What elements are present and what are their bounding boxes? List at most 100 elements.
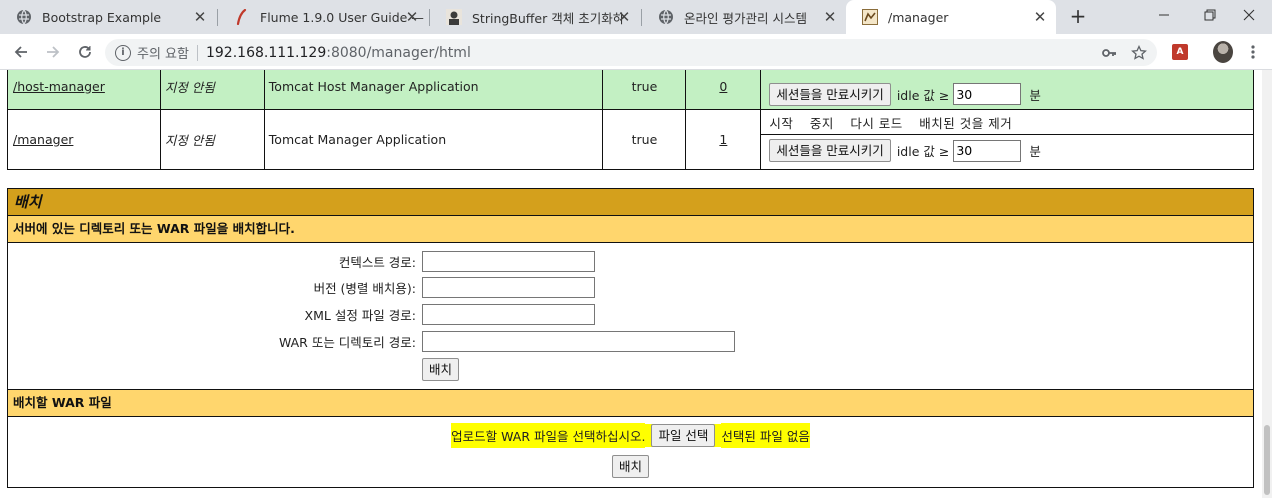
context-path-label: 컨텍스트 경로: bbox=[338, 254, 416, 270]
globe-icon bbox=[658, 9, 674, 25]
tab-bootstrap-example[interactable]: Bootstrap Example ✕ bbox=[0, 0, 216, 34]
tab-strip: Bootstrap Example ✕ Flume 1.9.0 User Gui… bbox=[0, 0, 1272, 34]
sessions-link[interactable]: 1 bbox=[719, 132, 727, 147]
war-upload-heading: 배치할 WAR 파일 bbox=[8, 390, 1253, 417]
scrollbar-thumb[interactable] bbox=[1264, 425, 1270, 495]
close-icon[interactable]: ✕ bbox=[1032, 9, 1048, 25]
profile-avatar[interactable] bbox=[1213, 41, 1233, 63]
expire-sessions-form: 세션들을 만료시키기 idle 값 ≥ 분 bbox=[761, 135, 1253, 167]
app-path-link[interactable]: /manager bbox=[13, 132, 73, 147]
form-row: 배치 bbox=[8, 357, 1253, 381]
commands-cell: 시작 중지 다시 로드 배치된 것을 제거 세션들을 만료시키기 idle 값 … bbox=[760, 109, 1254, 170]
tab-manager[interactable]: /manager ✕ bbox=[846, 0, 1056, 34]
idle-label: idle 값 ≥ bbox=[896, 87, 950, 103]
feather-icon bbox=[234, 9, 250, 25]
idle-input[interactable] bbox=[953, 139, 1022, 162]
display-name-cell: Tomcat Host Manager Application bbox=[263, 70, 604, 110]
war-deploy-row: 배치 bbox=[8, 455, 1253, 478]
url-path: :8080/manager/html bbox=[326, 44, 471, 61]
war-deploy-button[interactable]: 배치 bbox=[611, 455, 649, 478]
close-icon[interactable]: ✕ bbox=[822, 9, 838, 25]
sessions-cell: 0 bbox=[685, 70, 762, 110]
display-name-cell: Tomcat Manager Application bbox=[263, 109, 604, 170]
expire-sessions-button[interactable]: 세션들을 만료시키기 bbox=[769, 82, 891, 106]
tab-title: Bootstrap Example bbox=[42, 9, 162, 25]
globe-icon bbox=[16, 9, 32, 25]
page-content: /host-manager 지정 안됨 Tomcat Host Manager … bbox=[0, 70, 1262, 498]
info-icon[interactable]: i bbox=[115, 44, 131, 61]
url-text[interactable]: 192.168.111.129:8080/manager/html bbox=[206, 45, 471, 61]
table-row: /manager 지정 안됨 Tomcat Manager Applicatio… bbox=[7, 109, 1254, 170]
close-window-button[interactable] bbox=[1226, 0, 1272, 30]
form-row: 컨텍스트 경로: bbox=[8, 250, 1253, 272]
undeploy-command[interactable]: 배치된 것을 제거 bbox=[919, 116, 1012, 131]
sessions-link[interactable]: 0 bbox=[719, 79, 727, 94]
minimize-button[interactable] bbox=[1141, 0, 1187, 30]
commands-cell: 세션들을 만료시키기 idle 값 ≥ 분 bbox=[760, 70, 1254, 110]
running-cell: true bbox=[602, 70, 687, 110]
server-deploy-heading: 서버에 있는 디렉토리 또는 WAR 파일을 배치합니다. bbox=[8, 216, 1253, 243]
tab-title: /manager bbox=[888, 9, 949, 25]
idle-unit: 분 bbox=[1029, 144, 1041, 159]
key-icon[interactable] bbox=[1100, 44, 1118, 62]
expire-sessions-form: 세션들을 만료시키기 idle 값 ≥ 분 bbox=[769, 81, 1245, 107]
path-cell: /host-manager bbox=[7, 70, 161, 110]
context-path-input[interactable] bbox=[422, 250, 595, 272]
path-cell: /manager bbox=[7, 109, 161, 170]
reload-button[interactable] bbox=[73, 40, 97, 64]
version-cell: 지정 안됨 bbox=[159, 109, 265, 170]
start-command[interactable]: 시작 bbox=[769, 116, 793, 131]
new-tab-button[interactable]: + bbox=[1066, 6, 1090, 28]
back-button[interactable] bbox=[9, 40, 33, 64]
tab-title: Flume 1.9.0 User Guide — bbox=[260, 9, 424, 25]
close-icon[interactable]: ✕ bbox=[616, 9, 632, 25]
war-upload-form: 업로드할 WAR 파일을 선택하십시오. 파일 선택 선택된 파일 없음 배치 bbox=[8, 417, 1253, 487]
war-dir-label: WAR 또는 디렉토리 경로: bbox=[278, 334, 416, 350]
forward-button[interactable] bbox=[41, 40, 65, 64]
address-bar[interactable]: i 주의 요함 192.168.111.129:8080/manager/htm… bbox=[105, 39, 1157, 66]
sessions-cell: 1 bbox=[685, 109, 762, 170]
stop-command[interactable]: 중지 bbox=[810, 116, 834, 131]
no-file-label: 선택된 파일 없음 bbox=[721, 423, 810, 448]
menu-icon[interactable] bbox=[1243, 42, 1263, 62]
deploy-button[interactable]: 배치 bbox=[422, 357, 460, 381]
server-deploy-form: 컨텍스트 경로: 버전 (병렬 배치용): XML 설정 파일 경로: WAR … bbox=[8, 243, 1253, 390]
browser-toolbar: i 주의 요함 192.168.111.129:8080/manager/htm… bbox=[0, 34, 1272, 70]
close-icon[interactable]: ✕ bbox=[192, 9, 208, 25]
expire-sessions-button[interactable]: 세션들을 만료시키기 bbox=[769, 139, 891, 162]
applications-table: /host-manager 지정 안됨 Tomcat Host Manager … bbox=[7, 70, 1254, 170]
scrollbar[interactable] bbox=[1262, 70, 1272, 498]
file-select-button[interactable]: 파일 선택 bbox=[651, 424, 716, 447]
xml-config-label: XML 설정 파일 경로: bbox=[304, 307, 416, 323]
form-row: WAR 또는 디렉토리 경로: bbox=[8, 330, 1253, 352]
avatar-icon bbox=[446, 9, 462, 25]
idle-label: idle 값 ≥ bbox=[896, 144, 950, 159]
idle-unit: 분 bbox=[1029, 87, 1041, 103]
version-label: 버전 (병렬 배치용): bbox=[313, 280, 416, 296]
pdf-extension-icon[interactable]: A bbox=[1170, 42, 1190, 62]
close-icon[interactable]: ✕ bbox=[404, 9, 420, 25]
command-list: 시작 중지 다시 로드 배치된 것을 제거 bbox=[761, 113, 1253, 135]
security-label[interactable]: 주의 요함 bbox=[137, 43, 189, 62]
tomcat-icon bbox=[862, 9, 878, 25]
idle-input[interactable] bbox=[953, 83, 1022, 105]
version-cell: 지정 안됨 bbox=[159, 70, 265, 110]
version-input[interactable] bbox=[422, 276, 595, 298]
tab-evaluation-system[interactable]: 온라인 평가관리 시스템 ✕ bbox=[642, 0, 846, 34]
deploy-title: 배치 bbox=[8, 189, 1253, 216]
war-dir-input[interactable] bbox=[422, 330, 735, 352]
xml-config-input[interactable] bbox=[422, 303, 595, 325]
reload-command[interactable]: 다시 로드 bbox=[850, 116, 902, 131]
table-row: /host-manager 지정 안됨 Tomcat Host Manager … bbox=[7, 70, 1254, 110]
running-cell: true bbox=[602, 109, 687, 170]
url-host: 192.168.111.129 bbox=[205, 44, 327, 61]
app-path-link[interactable]: /host-manager bbox=[13, 79, 105, 94]
deploy-section: 배치 서버에 있는 디렉토리 또는 WAR 파일을 배치합니다. 컨텍스트 경로… bbox=[7, 188, 1254, 488]
form-row: 버전 (병렬 배치용): bbox=[8, 276, 1253, 298]
tab-title: StringBuffer 객체 초기화하 bbox=[472, 10, 625, 26]
tab-stringbuffer[interactable]: StringBuffer 객체 초기화하 ✕ bbox=[430, 0, 640, 34]
star-icon[interactable] bbox=[1130, 44, 1148, 62]
tab-flume-guide[interactable]: Flume 1.9.0 User Guide — ✕ bbox=[218, 0, 428, 34]
form-row: XML 설정 파일 경로: bbox=[8, 303, 1253, 325]
file-select-row: 업로드할 WAR 파일을 선택하십시오. 파일 선택 선택된 파일 없음 bbox=[8, 423, 1253, 448]
